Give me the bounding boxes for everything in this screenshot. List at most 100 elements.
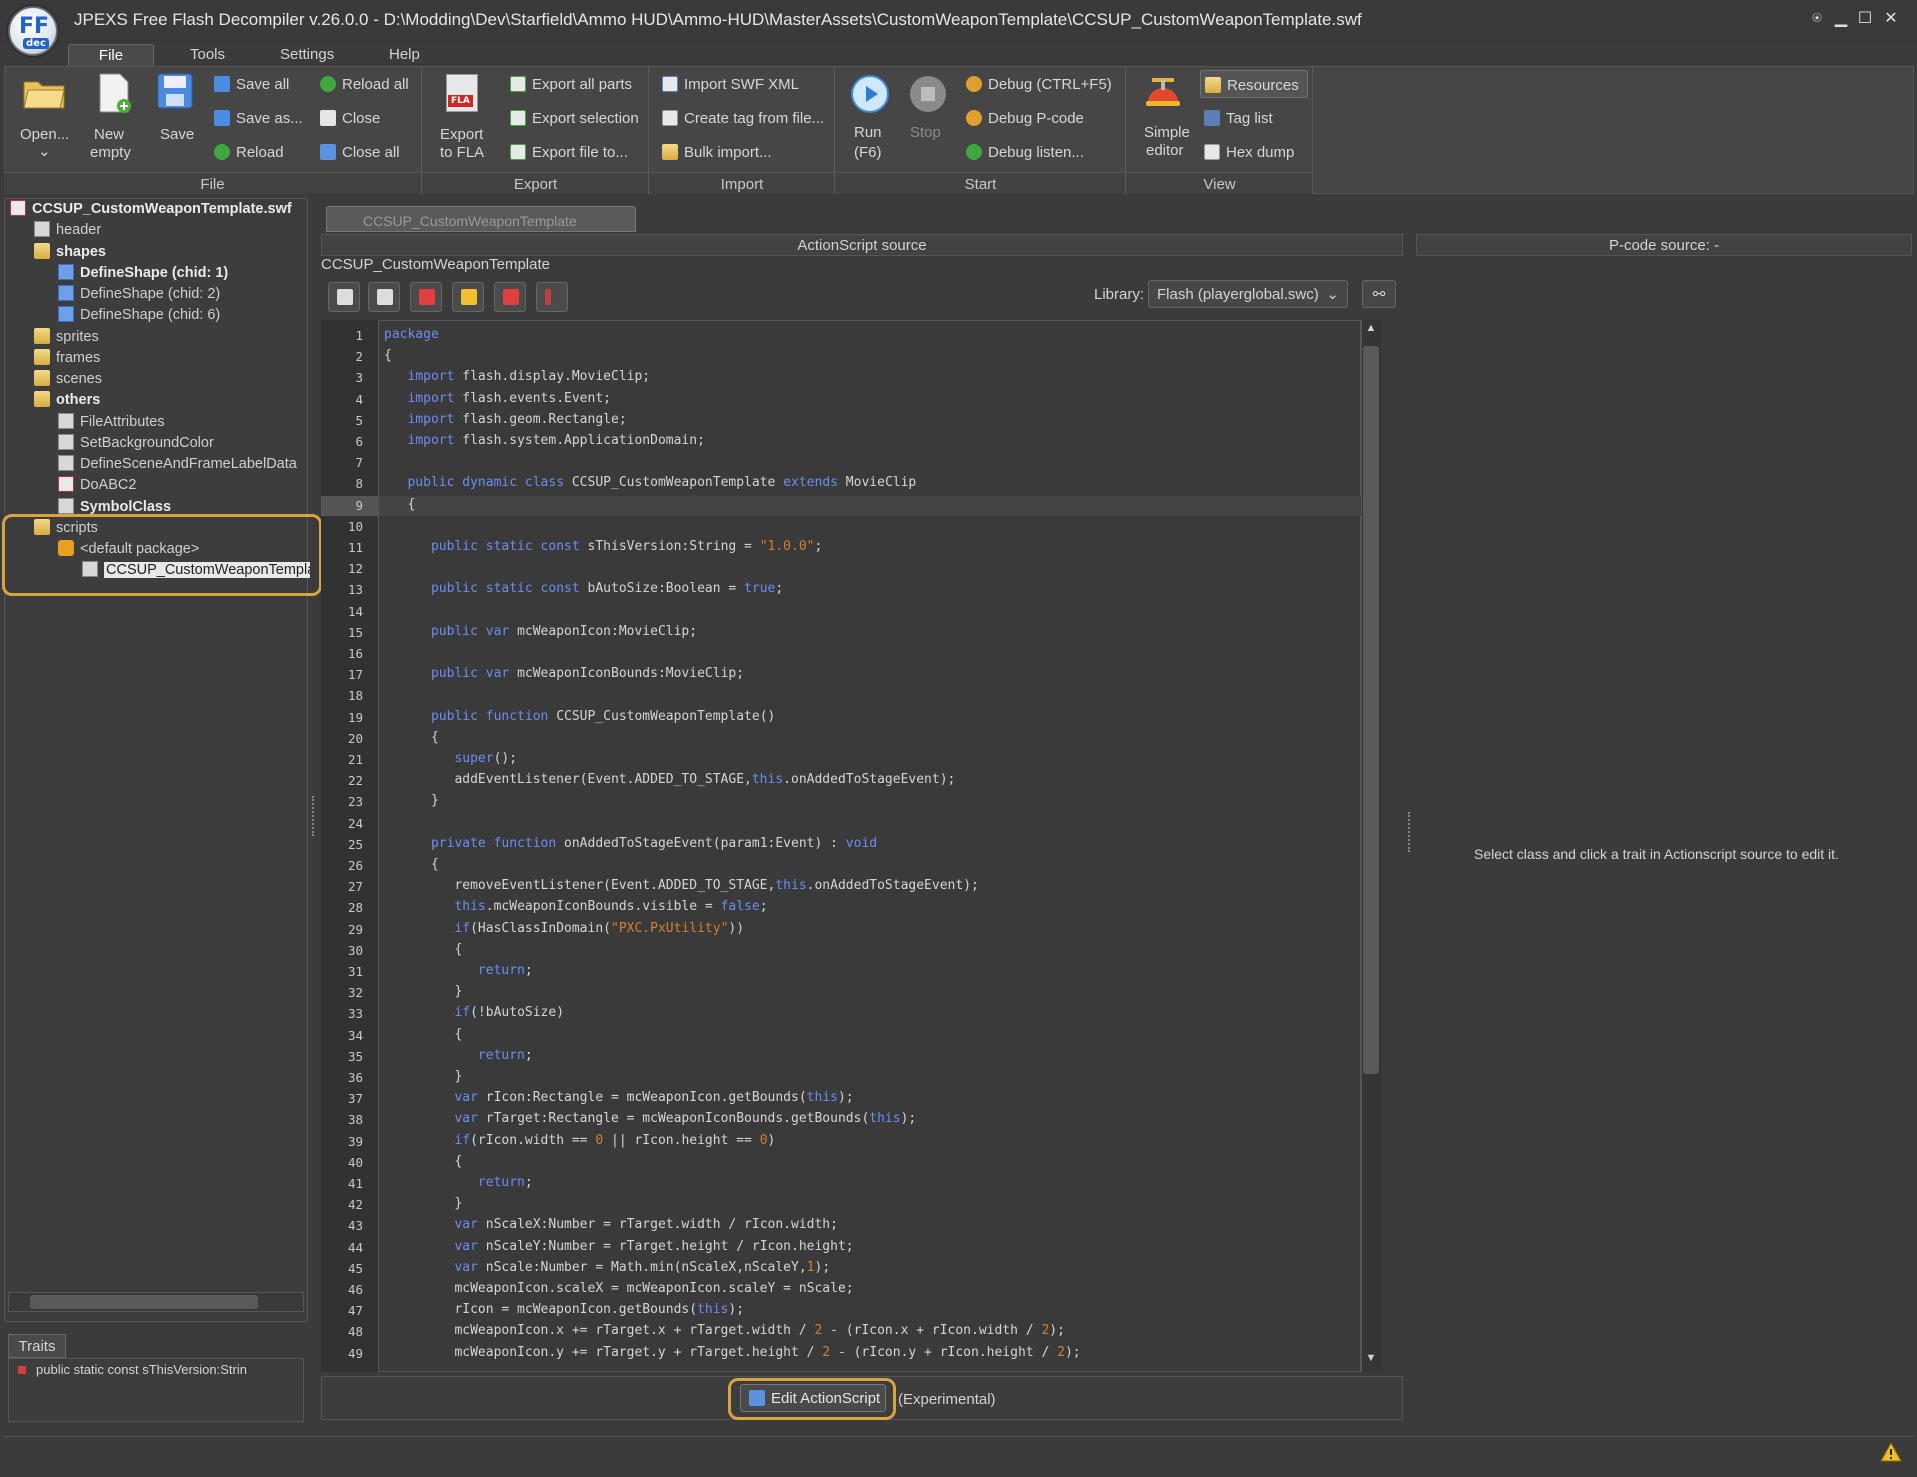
code-line[interactable]: public var mcWeaponIconBounds:MovieClip;	[384, 666, 744, 681]
minimize-button[interactable]: ▁	[1830, 8, 1852, 32]
code-line[interactable]: {	[384, 1027, 462, 1042]
code-line[interactable]: {	[384, 942, 462, 957]
code-line[interactable]: }	[384, 793, 439, 808]
code-line[interactable]: removeEventListener(Event.ADDED_TO_STAGE…	[384, 878, 978, 893]
code-line[interactable]: public function CCSUP_CustomWeaponTempla…	[384, 709, 775, 724]
new-empty-button[interactable]: New empty	[84, 72, 144, 162]
code-line[interactable]: var nScaleX:Number = rTarget.width / rIc…	[384, 1217, 838, 1232]
tree-item-scripts[interactable]: scripts	[34, 518, 98, 538]
create-tag-button[interactable]: Create tag from file...	[662, 110, 824, 127]
right-split-handle[interactable]	[1408, 812, 1412, 852]
code-line[interactable]: import flash.geom.Rectangle;	[384, 412, 626, 427]
toolbar-button-5[interactable]	[494, 282, 526, 312]
debug-button[interactable]: Debug (CTRL+F5)	[966, 76, 1112, 93]
code-line[interactable]: public var mcWeaponIcon:MovieClip;	[384, 624, 697, 639]
menu-settings[interactable]: Settings	[280, 46, 334, 68]
code-line[interactable]: return;	[384, 1175, 533, 1190]
code-line[interactable]: }	[384, 1196, 462, 1211]
scroll-down-icon[interactable]: ▼	[1363, 1352, 1379, 1370]
code-line[interactable]: addEventListener(Event.ADDED_TO_STAGE,th…	[384, 772, 955, 787]
code-line[interactable]: mcWeaponIcon.x += rTarget.x + rTarget.wi…	[384, 1323, 1065, 1338]
code-line[interactable]: {	[384, 730, 439, 745]
code-line[interactable]: public dynamic class CCSUP_CustomWeaponT…	[384, 475, 916, 490]
tree-item-sprites[interactable]: sprites	[34, 327, 99, 347]
maximize-button[interactable]: ☐	[1854, 8, 1876, 32]
menu-tools[interactable]: Tools	[190, 46, 225, 68]
code-line[interactable]: {	[384, 497, 415, 512]
code-line[interactable]: import flash.display.MovieClip;	[384, 369, 650, 384]
toolbar-button-3[interactable]	[410, 282, 442, 312]
code-line[interactable]: return;	[384, 963, 533, 978]
code-line[interactable]: import flash.events.Event;	[384, 391, 611, 406]
code-line[interactable]: }	[384, 984, 462, 999]
code-line[interactable]: public static const bAutoSize:Boolean = …	[384, 581, 783, 596]
hex-dump-button[interactable]: Hex dump	[1204, 144, 1294, 161]
toolbar-button-2[interactable]	[368, 282, 400, 312]
code-line[interactable]: if(rIcon.width == 0 || rIcon.height == 0…	[384, 1133, 775, 1148]
code-line[interactable]: var rIcon:Rectangle = mcWeaponIcon.getBo…	[384, 1090, 853, 1105]
export-fla-button[interactable]: FLA Export to FLA	[432, 74, 494, 164]
close-all-button[interactable]: Close all	[320, 144, 400, 161]
edit-actionscript-button[interactable]: Edit ActionScript	[740, 1384, 886, 1412]
code-line[interactable]: var nScale:Number = Math.min(nScaleX,nSc…	[384, 1260, 830, 1275]
code-line[interactable]: mcWeaponIcon.y += rTarget.y + rTarget.he…	[384, 1345, 1080, 1360]
editor-scroll-thumb[interactable]	[1363, 346, 1379, 1074]
code-line[interactable]: private function onAddedToStageEvent(par…	[384, 836, 877, 851]
code-line[interactable]: package	[384, 327, 439, 342]
tree-item-setbackgroundcolor[interactable]: SetBackgroundColor	[58, 433, 214, 453]
code-line[interactable]: rIcon = mcWeaponIcon.getBounds(this);	[384, 1302, 744, 1317]
close-file-button[interactable]: Close	[320, 110, 380, 127]
code-line[interactable]: var nScaleY:Number = rTarget.height / rI…	[384, 1239, 853, 1254]
tree-item-default-package[interactable]: <default package>	[58, 539, 199, 559]
traits-tab[interactable]: Traits	[8, 1334, 66, 1358]
code-line[interactable]: super();	[384, 751, 517, 766]
code-line[interactable]: {	[384, 857, 439, 872]
code-line[interactable]: var rTarget:Rectangle = mcWeaponIconBoun…	[384, 1111, 916, 1126]
resources-button[interactable]: Resources	[1200, 70, 1308, 98]
reload-button[interactable]: Reload	[214, 144, 284, 161]
simple-editor-button[interactable]: Simple editor	[1134, 72, 1194, 162]
open-button[interactable]: Open... ⌄	[14, 72, 74, 162]
save-button[interactable]: Save	[152, 72, 202, 162]
warning-icon[interactable]	[1880, 1441, 1902, 1464]
code-line[interactable]: if(HasClassInDomain("PXC.PxUtility"))	[384, 921, 744, 936]
code-line[interactable]: mcWeaponIcon.scaleX = mcWeaponIcon.scale…	[384, 1281, 853, 1296]
scroll-up-icon[interactable]: ▲	[1363, 322, 1379, 340]
reload-all-button[interactable]: Reload all	[320, 76, 409, 93]
tree-item-script-file[interactable]: CCSUP_CustomWeaponTemplate	[82, 560, 310, 580]
code-line[interactable]: }	[384, 1069, 462, 1084]
save-as-button[interactable]: Save as...	[214, 110, 303, 127]
code-line[interactable]: if(!bAutoSize)	[384, 1005, 564, 1020]
tree-item-shape-3[interactable]: DefineShape (chid: 6)	[58, 305, 220, 325]
toolbar-button-6[interactable]	[536, 282, 568, 312]
menu-help[interactable]: Help	[389, 46, 420, 68]
export-file-to-button[interactable]: Export file to...	[510, 144, 628, 161]
code-line[interactable]: import flash.system.ApplicationDomain;	[384, 433, 704, 448]
pin-icon[interactable]: ⍟	[1806, 8, 1828, 32]
tree-item-definescene[interactable]: DefineSceneAndFrameLabelData	[58, 454, 297, 474]
debug-listen-button[interactable]: Debug listen...	[966, 144, 1084, 161]
toolbar-button-1[interactable]	[328, 282, 360, 312]
editor-tab[interactable]: CCSUP_CustomWeaponTemplate	[326, 206, 636, 232]
trait-item[interactable]: public static const sThisVersion:Strin	[36, 1362, 280, 1377]
tree-item-frames[interactable]: frames	[34, 348, 100, 368]
library-select[interactable]: Flash (playerglobal.swc) ⌄	[1148, 280, 1348, 308]
code-line[interactable]: {	[384, 1154, 462, 1169]
tree-item-fileattributes[interactable]: FileAttributes	[58, 412, 165, 432]
close-button[interactable]: ✕	[1880, 8, 1902, 32]
debug-pcode-button[interactable]: Debug P-code	[966, 110, 1084, 127]
menu-file[interactable]: File	[68, 44, 154, 66]
code-line[interactable]: {	[384, 348, 392, 363]
tree-item-others[interactable]: others	[34, 390, 100, 410]
tree-item-scenes[interactable]: scenes	[34, 369, 102, 389]
left-split-handle[interactable]	[312, 796, 316, 836]
tree-hscroll-thumb[interactable]	[30, 1295, 258, 1309]
tree-item-shapes[interactable]: shapes	[34, 242, 106, 262]
tag-list-button[interactable]: Tag list	[1204, 110, 1273, 127]
tree-item-header[interactable]: header	[34, 220, 101, 240]
export-selection-button[interactable]: Export selection	[510, 110, 639, 127]
code-line[interactable]: return;	[384, 1048, 533, 1063]
tree-item-shape-1[interactable]: DefineShape (chid: 1)	[58, 263, 228, 283]
run-button[interactable]: Run (F6)	[846, 74, 894, 164]
tree-item-shape-2[interactable]: DefineShape (chid: 2)	[58, 284, 220, 304]
